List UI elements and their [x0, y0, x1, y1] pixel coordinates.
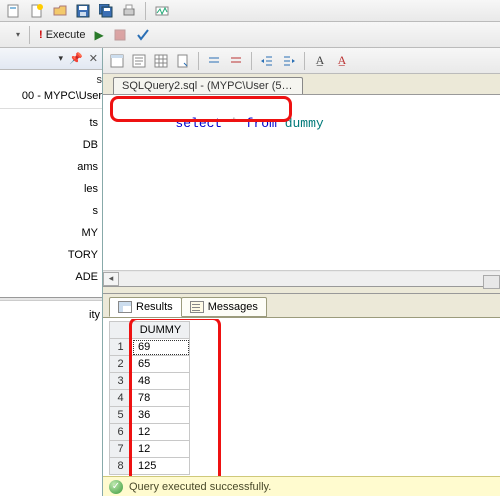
toolbar-query: ▾ ! Execute ▶ [0, 22, 500, 48]
editor-results-area: A̲ A̲ SQLQuery2.sql - (MYPC\User (52))* … [103, 48, 500, 496]
save-all-icon[interactable] [96, 1, 116, 21]
debug-button[interactable]: ▶ [91, 28, 106, 42]
results-tabbar: Results Messages [103, 294, 500, 318]
sql-keyword: select [175, 116, 222, 131]
table-row: 536 [110, 407, 190, 424]
scroll-left-icon[interactable]: ◂ [103, 272, 119, 286]
status-message: Query executed successfully. [129, 481, 271, 493]
print-icon[interactable] [119, 1, 139, 21]
table-row: 712 [110, 441, 190, 458]
messages-icon [190, 301, 204, 313]
row-header-corner [110, 322, 132, 339]
editor-results-splitter[interactable] [103, 286, 500, 294]
stop-icon[interactable] [110, 25, 130, 45]
object-explorer-header: ▾ 📌 ✕ [0, 48, 102, 70]
toolbar-file [0, 0, 500, 22]
object-explorer-tree[interactable]: ts DB ams les s MY TORY ADE [0, 109, 102, 291]
toolbar-separator [198, 52, 199, 70]
results-grid-panel: DUMMY 169 265 348 478 536 612 712 8125 [103, 318, 500, 496]
sidebar-bottom-item[interactable]: ity [0, 301, 102, 323]
grid-icon [118, 301, 132, 313]
dropdown-icon[interactable]: ▾ [16, 30, 20, 39]
editor-tab[interactable]: SQLQuery2.sql - (MYPC\User (52))* [113, 77, 303, 94]
success-icon: ✓ [109, 480, 123, 494]
table-row: 612 [110, 424, 190, 441]
toolbar-separator [145, 2, 146, 20]
execute-bang-icon: ! [39, 29, 43, 41]
close-icon[interactable]: ✕ [89, 52, 98, 65]
intellisense-icon[interactable]: A̲ [332, 51, 352, 71]
results-to-file-icon[interactable] [173, 51, 193, 71]
tree-item[interactable]: ADE [0, 271, 100, 283]
parse-icon[interactable] [133, 25, 153, 45]
editor-horizontal-scrollbar[interactable]: ◂ [103, 270, 500, 286]
scroll-track[interactable] [119, 272, 500, 286]
tree-item[interactable]: TORY [0, 249, 100, 261]
table-row: 348 [110, 373, 190, 390]
results-grid[interactable]: DUMMY 169 265 348 478 536 612 712 8125 [109, 321, 190, 475]
status-bar: ✓ Query executed successfully. [103, 476, 500, 496]
outdent-icon[interactable] [257, 51, 277, 71]
execute-label: Execute [46, 29, 86, 41]
new-file-icon[interactable] [27, 1, 47, 21]
sql-operator: * [230, 116, 238, 131]
sql-identifier: dummy [285, 116, 324, 131]
database-dropdown-icon[interactable] [107, 51, 127, 71]
sql-editor[interactable]: select * from dummy [103, 94, 500, 270]
toolbar-separator [304, 52, 305, 70]
tree-item[interactable]: DB [0, 139, 100, 151]
tree-item[interactable]: ts [0, 117, 100, 129]
uncomment-icon[interactable] [226, 51, 246, 71]
tab-messages[interactable]: Messages [181, 297, 267, 317]
tab-results-label: Results [136, 301, 173, 313]
play-icon: ▶ [94, 28, 103, 42]
comment-icon[interactable] [204, 51, 224, 71]
open-icon[interactable] [50, 1, 70, 21]
tree-item[interactable]: MY [0, 227, 100, 239]
tree-item[interactable]: les [0, 183, 100, 195]
sidebar-connection-cut: 00 - MYPC\User [0, 88, 102, 109]
dropdown-icon[interactable]: ▾ [59, 53, 64, 64]
activity-monitor-icon[interactable] [152, 1, 172, 21]
results-to-text-icon[interactable] [129, 51, 149, 71]
tab-messages-label: Messages [208, 301, 258, 313]
toolbar-separator [29, 26, 30, 44]
results-to-grid-icon[interactable] [151, 51, 171, 71]
table-row: 169 [110, 339, 190, 356]
indent-icon[interactable] [279, 51, 299, 71]
sidebar-title-cut: s [0, 70, 102, 88]
column-header[interactable]: DUMMY [132, 322, 190, 339]
pin-icon[interactable]: 📌 [69, 52, 83, 65]
sql-keyword: from [246, 116, 277, 131]
toolbar-editor: A̲ A̲ [103, 48, 500, 74]
object-explorer-panel: ▾ 📌 ✕ s 00 - MYPC\User ts DB ams les s M… [0, 48, 103, 496]
table-row: 478 [110, 390, 190, 407]
tree-item[interactable]: ams [0, 161, 100, 173]
tab-results[interactable]: Results [109, 297, 182, 317]
save-icon[interactable] [73, 1, 93, 21]
editor-tabbar: SQLQuery2.sql - (MYPC\User (52))* [103, 74, 500, 94]
table-row: 8125 [110, 458, 190, 475]
specify-values-icon[interactable]: A̲ [310, 51, 330, 71]
table-row: 265 [110, 356, 190, 373]
execute-button[interactable]: ! Execute [36, 29, 88, 41]
new-query-icon[interactable] [4, 1, 24, 21]
tree-item[interactable]: s [0, 205, 100, 217]
toolbar-separator [251, 52, 252, 70]
